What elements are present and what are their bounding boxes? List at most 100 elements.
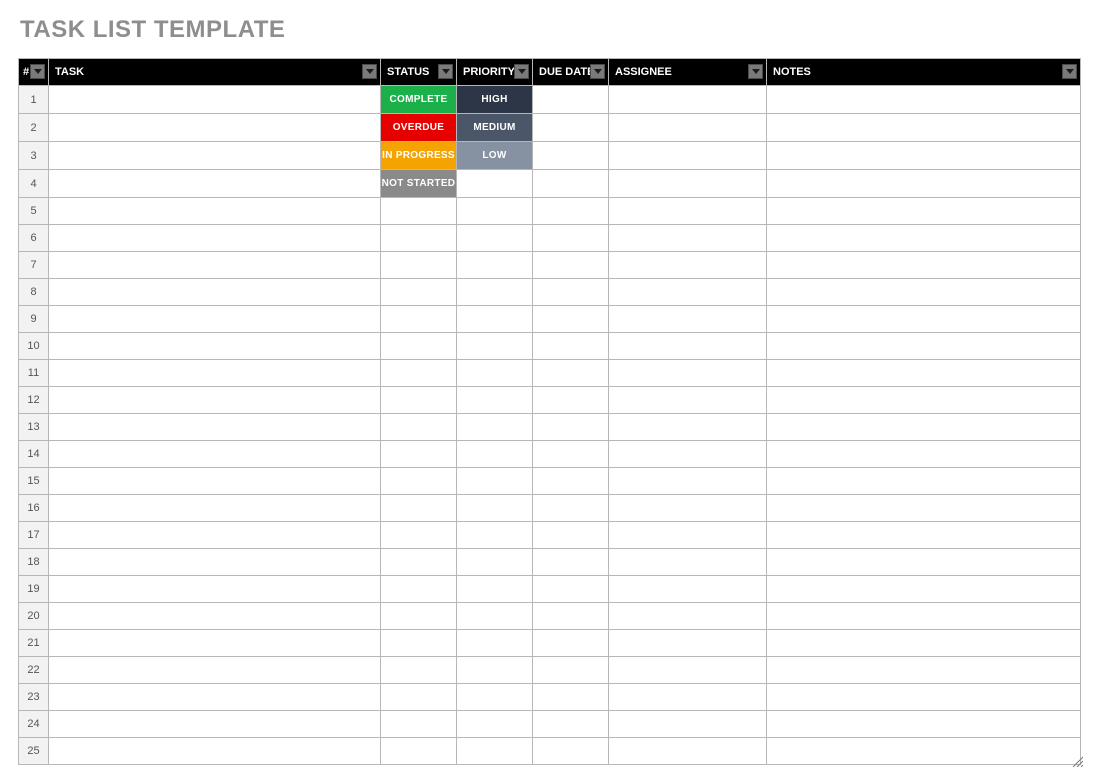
notes-cell[interactable] [767, 333, 1081, 360]
task-cell[interactable] [49, 170, 381, 198]
assignee-cell[interactable] [609, 495, 767, 522]
task-cell[interactable] [49, 114, 381, 142]
duedate-cell[interactable] [533, 657, 609, 684]
notes-cell[interactable] [767, 630, 1081, 657]
duedate-cell[interactable] [533, 738, 609, 765]
task-cell[interactable] [49, 603, 381, 630]
task-cell[interactable] [49, 522, 381, 549]
priority-cell[interactable] [457, 333, 533, 360]
assignee-cell[interactable] [609, 142, 767, 170]
task-cell[interactable] [49, 306, 381, 333]
priority-cell[interactable] [457, 576, 533, 603]
status-cell[interactable] [381, 657, 457, 684]
task-cell[interactable] [49, 576, 381, 603]
priority-cell[interactable] [457, 684, 533, 711]
priority-cell[interactable] [457, 630, 533, 657]
task-cell[interactable] [49, 495, 381, 522]
filter-num-button[interactable] [30, 64, 45, 79]
status-cell[interactable] [381, 441, 457, 468]
duedate-cell[interactable] [533, 360, 609, 387]
status-cell[interactable] [381, 495, 457, 522]
duedate-cell[interactable] [533, 468, 609, 495]
task-cell[interactable] [49, 684, 381, 711]
status-cell[interactable] [381, 279, 457, 306]
duedate-cell[interactable] [533, 630, 609, 657]
duedate-cell[interactable] [533, 387, 609, 414]
priority-cell[interactable]: MEDIUM [457, 114, 533, 142]
task-cell[interactable] [49, 252, 381, 279]
duedate-cell[interactable] [533, 86, 609, 114]
assignee-cell[interactable] [609, 549, 767, 576]
assignee-cell[interactable] [609, 711, 767, 738]
status-cell[interactable] [381, 225, 457, 252]
filter-priority-button[interactable] [514, 64, 529, 79]
priority-cell[interactable] [457, 252, 533, 279]
status-cell[interactable] [381, 306, 457, 333]
assignee-cell[interactable] [609, 252, 767, 279]
status-cell[interactable] [381, 414, 457, 441]
assignee-cell[interactable] [609, 225, 767, 252]
status-cell[interactable] [381, 468, 457, 495]
task-cell[interactable] [49, 549, 381, 576]
assignee-cell[interactable] [609, 576, 767, 603]
notes-cell[interactable] [767, 387, 1081, 414]
assignee-cell[interactable] [609, 333, 767, 360]
priority-cell[interactable] [457, 657, 533, 684]
duedate-cell[interactable] [533, 333, 609, 360]
notes-cell[interactable] [767, 522, 1081, 549]
duedate-cell[interactable] [533, 198, 609, 225]
priority-cell[interactable]: LOW [457, 142, 533, 170]
status-cell[interactable] [381, 333, 457, 360]
filter-notes-button[interactable] [1062, 64, 1077, 79]
status-cell[interactable] [381, 576, 457, 603]
notes-cell[interactable] [767, 495, 1081, 522]
duedate-cell[interactable] [533, 711, 609, 738]
priority-cell[interactable]: HIGH [457, 86, 533, 114]
duedate-cell[interactable] [533, 549, 609, 576]
duedate-cell[interactable] [533, 414, 609, 441]
task-cell[interactable] [49, 279, 381, 306]
notes-cell[interactable] [767, 86, 1081, 114]
task-cell[interactable] [49, 414, 381, 441]
priority-cell[interactable] [457, 387, 533, 414]
notes-cell[interactable] [767, 711, 1081, 738]
notes-cell[interactable] [767, 306, 1081, 333]
filter-status-button[interactable] [438, 64, 453, 79]
priority-cell[interactable] [457, 603, 533, 630]
status-cell[interactable] [381, 711, 457, 738]
priority-cell[interactable] [457, 738, 533, 765]
duedate-cell[interactable] [533, 522, 609, 549]
priority-cell[interactable] [457, 306, 533, 333]
status-cell[interactable] [381, 738, 457, 765]
duedate-cell[interactable] [533, 279, 609, 306]
assignee-cell[interactable] [609, 522, 767, 549]
status-cell[interactable] [381, 198, 457, 225]
task-cell[interactable] [49, 711, 381, 738]
task-cell[interactable] [49, 225, 381, 252]
filter-assignee-button[interactable] [748, 64, 763, 79]
notes-cell[interactable] [767, 576, 1081, 603]
notes-cell[interactable] [767, 684, 1081, 711]
filter-task-button[interactable] [362, 64, 377, 79]
status-cell[interactable] [381, 549, 457, 576]
assignee-cell[interactable] [609, 198, 767, 225]
priority-cell[interactable] [457, 441, 533, 468]
task-cell[interactable] [49, 657, 381, 684]
notes-cell[interactable] [767, 142, 1081, 170]
notes-cell[interactable] [767, 441, 1081, 468]
task-cell[interactable] [49, 333, 381, 360]
task-cell[interactable] [49, 468, 381, 495]
duedate-cell[interactable] [533, 576, 609, 603]
task-cell[interactable] [49, 198, 381, 225]
duedate-cell[interactable] [533, 170, 609, 198]
status-cell[interactable] [381, 603, 457, 630]
notes-cell[interactable] [767, 738, 1081, 765]
assignee-cell[interactable] [609, 170, 767, 198]
status-cell[interactable] [381, 387, 457, 414]
priority-cell[interactable] [457, 549, 533, 576]
task-cell[interactable] [49, 630, 381, 657]
task-cell[interactable] [49, 142, 381, 170]
task-cell[interactable] [49, 86, 381, 114]
duedate-cell[interactable] [533, 114, 609, 142]
duedate-cell[interactable] [533, 306, 609, 333]
